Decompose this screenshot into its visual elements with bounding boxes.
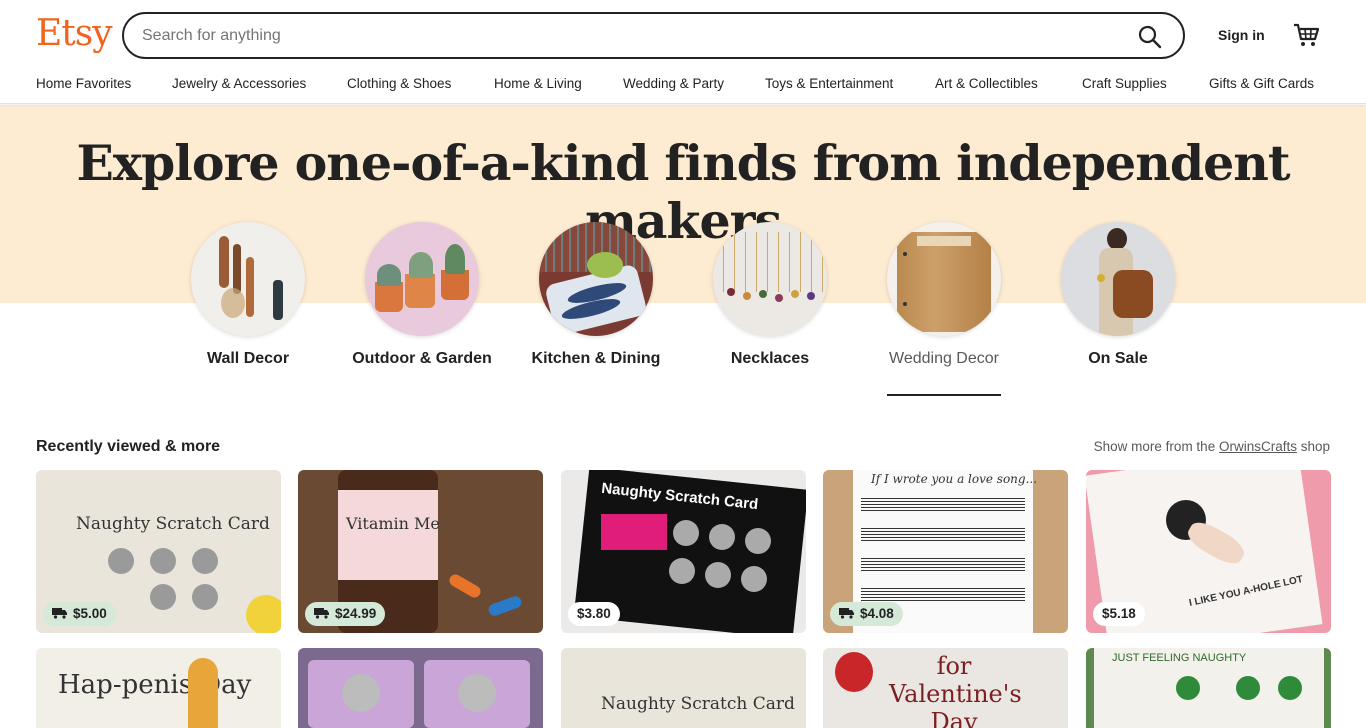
category-kitchen-dining[interactable]: Kitchen & Dining	[526, 222, 666, 369]
listing-card[interactable]: JUST FEELING NAUGHTY	[1086, 648, 1331, 728]
listing-card[interactable]: If I wrote you a love song... $4.08	[823, 470, 1068, 633]
nav-jewelry-accessories[interactable]: Jewelry & Accessories	[172, 76, 306, 91]
necklaces-image	[713, 222, 827, 336]
listing-image-text: JUST FEELING NAUGHTY	[1112, 652, 1247, 664]
price-text: $5.00	[73, 606, 107, 621]
listing-image-text: Naughty Scratch Card	[76, 514, 270, 534]
nav-wedding-party[interactable]: Wedding & Party	[623, 76, 724, 91]
category-label: Necklaces	[730, 350, 810, 367]
on-sale-image	[1061, 222, 1175, 336]
listing-card[interactable]: Naughty Scratch Card $3.80	[561, 470, 806, 633]
shop-link[interactable]: OrwinsCrafts	[1219, 439, 1297, 454]
category-label: Kitchen & Dining	[531, 350, 661, 367]
price-badge: $24.99	[305, 602, 386, 626]
cart-icon[interactable]	[1292, 22, 1320, 48]
price-badge: $3.80	[568, 602, 620, 626]
price-text: $24.99	[335, 606, 377, 621]
free-shipping-truck-icon	[839, 607, 854, 619]
search-input[interactable]	[142, 24, 1092, 48]
recently-viewed-title: Recently viewed & more	[36, 438, 221, 455]
price-badge: $4.08	[830, 602, 903, 626]
category-label: On Sale	[1088, 350, 1148, 367]
site-header: Etsy Sign in Home Favorites Jewelry & Ac…	[0, 0, 1366, 104]
listing-card[interactable]	[298, 648, 543, 728]
free-shipping-truck-icon	[52, 607, 67, 619]
listing-image-text: Naughty Scratch Card	[601, 694, 795, 714]
category-label: Outdoor & Garden	[352, 350, 492, 367]
wedding-decor-image	[887, 222, 1001, 336]
nav-toys-entertainment[interactable]: Toys & Entertainment	[765, 76, 893, 91]
listing-card[interactable]: I LIKE YOU A-HOLE LOT $5.18	[1086, 470, 1331, 633]
category-outdoor-garden[interactable]: Outdoor & Garden	[352, 222, 492, 369]
nav-craft-supplies[interactable]: Craft Supplies	[1082, 76, 1167, 91]
free-shipping-truck-icon	[314, 607, 329, 619]
sign-in-link[interactable]: Sign in	[1218, 27, 1265, 43]
show-more-shop: Show more from the OrwinsCrafts shop	[1094, 439, 1330, 454]
category-label: Wedding Decor	[889, 350, 999, 367]
nav-home-favorites[interactable]: Home Favorites	[36, 76, 131, 91]
active-category-underline	[887, 394, 1001, 396]
kitchen-dining-image	[539, 222, 653, 336]
show-more-prefix: Show more from the	[1093, 439, 1219, 454]
listing-card[interactable]: Hap-penis Day	[36, 648, 281, 728]
listing-image-text: If I wrote you a love song...	[871, 472, 1038, 486]
listing-card[interactable]: Naughty Scratch Card $5.00	[36, 470, 281, 633]
category-necklaces[interactable]: Necklaces	[700, 222, 840, 369]
etsy-logo[interactable]: Etsy	[36, 13, 113, 54]
search-icon[interactable]	[1137, 24, 1163, 50]
nav-home-living[interactable]: Home & Living	[494, 76, 582, 91]
price-text: $3.80	[577, 606, 611, 621]
category-on-sale[interactable]: On Sale	[1048, 222, 1188, 369]
nav-gifts-gift-cards[interactable]: Gifts & Gift Cards	[1209, 76, 1314, 91]
search-bar[interactable]	[122, 12, 1185, 59]
outdoor-garden-image	[365, 222, 479, 336]
category-nav: Home Favorites Jewelry & Accessories Clo…	[36, 76, 1336, 96]
category-label: Wall Decor	[206, 350, 290, 367]
listing-card[interactable]: for Valentine's Day	[823, 648, 1068, 728]
nav-art-collectibles[interactable]: Art & Collectibles	[935, 76, 1038, 91]
listing-image-text: Vitamin Me	[346, 514, 440, 533]
wall-decor-image	[191, 222, 305, 336]
listing-image-text: for Valentine's Day	[889, 652, 1022, 728]
price-badge: $5.18	[1093, 602, 1145, 626]
price-text: $5.18	[1102, 606, 1136, 621]
listing-card[interactable]: Vitamin Me $24.99	[298, 470, 543, 633]
price-badge: $5.00	[43, 602, 116, 626]
category-wall-decor[interactable]: Wall Decor	[178, 222, 318, 369]
nav-clothing-shoes[interactable]: Clothing & Shoes	[347, 76, 451, 91]
listing-card[interactable]: Naughty Scratch Card	[561, 648, 806, 728]
show-more-suffix: shop	[1296, 439, 1330, 454]
category-wedding-decor[interactable]: Wedding Decor	[874, 222, 1014, 396]
listing-image-text: Hap-penis Day	[58, 670, 252, 700]
price-text: $4.08	[860, 606, 894, 621]
